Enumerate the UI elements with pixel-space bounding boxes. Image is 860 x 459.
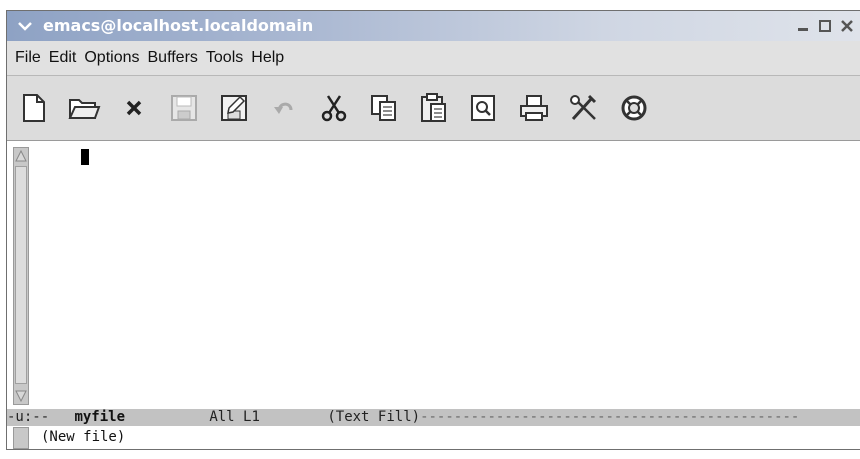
- minibuffer-message: (New file): [41, 429, 126, 445]
- new-file-icon: [23, 94, 45, 122]
- cut-icon: [321, 95, 347, 122]
- search-icon: [471, 95, 495, 121]
- close-icon: [841, 20, 853, 32]
- editor-text-area[interactable]: [7, 141, 860, 409]
- print-icon: [520, 95, 548, 121]
- chevron-down-icon: [18, 22, 32, 31]
- minimize-button[interactable]: [794, 17, 812, 35]
- title-bar[interactable]: emacs@localhost.localdomain: [7, 11, 860, 41]
- maximize-icon: [819, 20, 831, 32]
- save-button[interactable]: [167, 91, 201, 125]
- copy-button[interactable]: [367, 91, 401, 125]
- save-icon: [171, 95, 197, 121]
- modeline-buffer-name: myfile: [74, 409, 126, 425]
- minimize-icon: [798, 28, 808, 31]
- paste-icon: [421, 93, 446, 122]
- scrollbar-thumb[interactable]: [15, 166, 27, 384]
- menu-help[interactable]: Help: [247, 49, 288, 67]
- save-as-icon: [221, 95, 247, 121]
- cut-button[interactable]: [317, 91, 351, 125]
- vertical-scrollbar[interactable]: [13, 147, 29, 405]
- menu-file[interactable]: File: [11, 49, 45, 67]
- menu-buffers[interactable]: Buffers: [144, 49, 202, 67]
- minibuffer[interactable]: (New file): [7, 426, 860, 449]
- menu-bar: File Edit Options Buffers Tools Help: [7, 41, 860, 76]
- window-title: emacs@localhost.localdomain: [43, 16, 314, 35]
- undo-icon: [274, 102, 293, 114]
- copy-icon: [371, 95, 396, 121]
- window-menu-button[interactable]: [15, 17, 35, 35]
- scroll-up-arrow-icon[interactable]: [14, 148, 28, 164]
- preferences-button[interactable]: [567, 91, 601, 125]
- text-cursor: [81, 149, 89, 165]
- mode-line[interactable]: -u:-- myfile All L1 (Text Fill)---------…: [7, 409, 860, 426]
- menu-tools[interactable]: Tools: [202, 49, 247, 67]
- close-window-button[interactable]: [838, 17, 856, 35]
- scroll-down-arrow-icon[interactable]: [14, 388, 28, 404]
- modeline-position: All L1: [209, 409, 260, 425]
- print-button[interactable]: [517, 91, 551, 125]
- close-icon: [126, 100, 142, 116]
- open-folder-icon: [68, 99, 101, 119]
- help-button[interactable]: [617, 91, 651, 125]
- undo-button[interactable]: [267, 91, 301, 125]
- maximize-button[interactable]: [816, 17, 834, 35]
- menu-options[interactable]: Options: [80, 49, 143, 67]
- modeline-dashes: ----------------------------------------…: [420, 409, 800, 425]
- toolbar: [7, 76, 860, 141]
- minibuffer-scrollbar: [13, 427, 29, 449]
- window-controls: [794, 17, 856, 35]
- menu-edit[interactable]: Edit: [45, 49, 81, 67]
- paste-button[interactable]: [417, 91, 451, 125]
- preferences-icon: [570, 94, 597, 121]
- modeline-prefix: -u:--: [7, 409, 50, 425]
- save-as-button[interactable]: [217, 91, 251, 125]
- open-file-button[interactable]: [67, 91, 101, 125]
- close-buffer-button[interactable]: [117, 91, 151, 125]
- search-button[interactable]: [467, 91, 501, 125]
- new-file-button[interactable]: [17, 91, 51, 125]
- help-lifebuoy-icon: [621, 95, 647, 121]
- modeline-mode: (Text Fill): [327, 409, 421, 425]
- emacs-window: emacs@localhost.localdomain File Edit Op…: [6, 10, 860, 450]
